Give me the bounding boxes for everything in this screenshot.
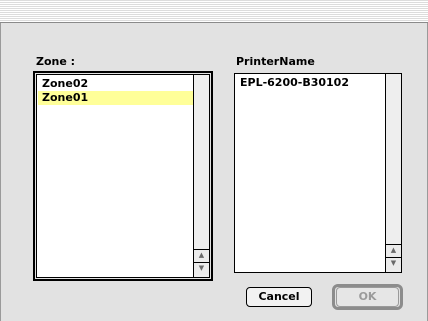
printer-name-label: PrinterName [236, 55, 315, 68]
printer-list-scrollbar[interactable]: ▲ ▼ [385, 74, 401, 272]
zone-list-item-selected[interactable]: Zone01 [38, 91, 193, 105]
cancel-button[interactable]: Cancel [246, 287, 312, 307]
zone-label: Zone : [36, 55, 76, 68]
window-titlebar[interactable] [0, 0, 428, 23]
zone-list[interactable]: Zone02 Zone01 ▲ ▼ [36, 74, 210, 278]
scroll-up-icon[interactable]: ▲ [386, 244, 401, 257]
scroll-down-icon[interactable]: ▼ [194, 262, 209, 275]
zone-list-scrollbar[interactable]: ▲ ▼ [193, 75, 209, 277]
scroll-up-icon[interactable]: ▲ [194, 249, 209, 262]
ok-button[interactable]: OK [336, 287, 399, 307]
dialog-body: Zone : Zone02 Zone01 ▲ ▼ PrinterName EPL… [0, 23, 428, 321]
printer-list-item[interactable]: EPL-6200-B30102 [236, 76, 386, 90]
zone-printer-dialog: Zone : Zone02 Zone01 ▲ ▼ PrinterName EPL… [0, 0, 428, 321]
scroll-down-icon[interactable]: ▼ [386, 257, 401, 270]
printer-list[interactable]: EPL-6200-B30102 ▲ ▼ [234, 73, 402, 273]
zone-list-item[interactable]: Zone02 [38, 77, 193, 91]
